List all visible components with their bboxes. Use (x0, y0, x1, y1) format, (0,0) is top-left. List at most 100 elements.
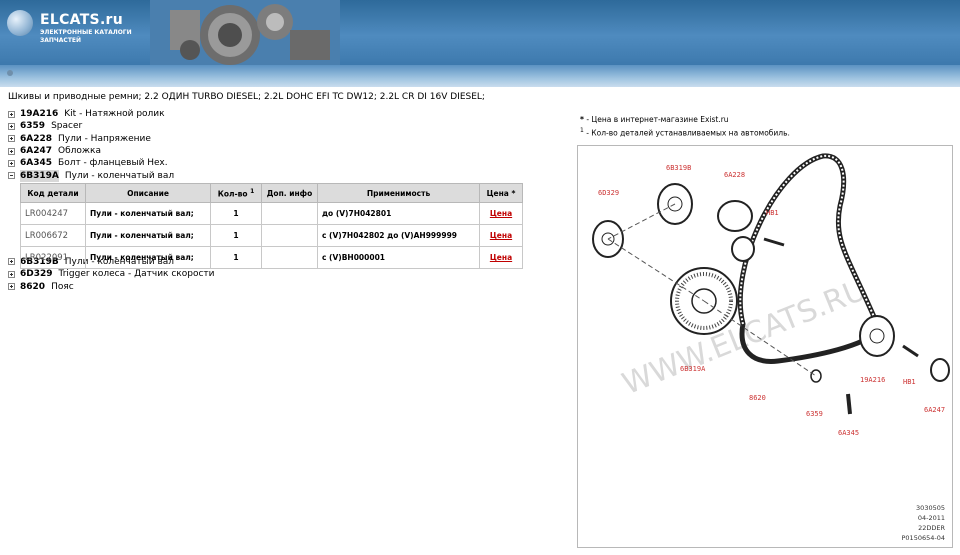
price-link[interactable]: Цена (490, 231, 512, 240)
part-description: Пули - коленчатый вал; (85, 202, 211, 225)
expand-icon[interactable] (8, 135, 15, 143)
header-banner: ELCATS.ru ЭЛЕКТРОННЫЕ КАТАЛОГИ ЗАПЧАСТЕЙ (0, 0, 960, 65)
diagram-stamp-line: 04-2011 (917, 514, 945, 522)
price-cell: Цена (479, 202, 523, 225)
price-footnote: * - Цена в интернет-магазине Exist.ru (580, 115, 729, 124)
idler-pulley-hub (869, 328, 885, 344)
tree-item-6b319a[interactable]: 6B319A Пули - коленчатый вал (8, 169, 215, 182)
tree-item-6a345[interactable]: 6A345 Болт - фланцевый Hex. (8, 157, 215, 169)
globe-logo-icon[interactable] (7, 10, 33, 36)
part-qty: 1 (210, 224, 262, 247)
col-extra-info: Доп. инфо (261, 183, 318, 203)
tensioner-pulley-shape (731, 236, 755, 262)
header-band (0, 65, 960, 87)
expand-icon[interactable] (8, 110, 15, 118)
callout-8620[interactable]: 8620 (749, 394, 766, 402)
part-applicability: с (V)7H042802 до (V)AH999999 (317, 224, 480, 247)
callout-6a228[interactable]: 6A228 (724, 171, 745, 179)
part-applicability: с (V)BH000001 (317, 246, 480, 269)
logo-subtitle-line2: ЗАПЧАСТЕЙ (40, 37, 82, 44)
diagram-stamp-line: 3030505 (916, 504, 945, 512)
tree-item-label[interactable]: Пули - коленчатый вал (65, 170, 174, 182)
callout-19a216[interactable]: 19A216 (860, 376, 885, 384)
tree-item-label[interactable]: Пули - Напряжение (58, 133, 151, 145)
callout-6b319b[interactable]: 6B319B (666, 164, 691, 172)
part-number[interactable]: LR004247 (20, 202, 86, 225)
table-row: LR004247 Пули - коленчатый вал; 1 до (V)… (20, 202, 523, 225)
col-applicability: Применимость (317, 183, 480, 203)
part-extra-info (261, 246, 318, 269)
bolt-hb1b-shape (902, 344, 919, 358)
tree-item-code: 6A345 (20, 158, 53, 169)
page-title: Шкивы и приводные ремни; 2.2 ОДИН TURBO … (8, 92, 485, 102)
part-applicability: до (V)7H042801 (317, 202, 480, 225)
col-qty-sup: 1 (250, 187, 255, 195)
tree-item-19a216[interactable]: 19A216 Kit - Натяжной ролик (8, 108, 215, 120)
tree-item-label[interactable]: Kit - Натяжной ролик (64, 108, 164, 120)
callout-6a247[interactable]: 6A247 (924, 406, 945, 414)
tensioner-shape[interactable] (717, 200, 753, 232)
tree-item-6359[interactable]: 6359 Spacer (8, 120, 215, 132)
tree-item-6a228[interactable]: 6A228 Пули - Напряжение (8, 133, 215, 145)
site-logo[interactable]: ELCATS.ru (40, 12, 123, 28)
price-link[interactable]: Цена (490, 209, 512, 218)
col-qty-label: Кол-во (217, 189, 248, 199)
part-extra-info (261, 224, 318, 247)
tree-item-label[interactable]: Spacer (51, 120, 82, 132)
parts-table: Код детали Описание Кол-во 1 Доп. инфо П… (20, 183, 523, 269)
callout-6359[interactable]: 6359 (806, 410, 823, 418)
bolt-6a345-shape[interactable] (846, 393, 852, 415)
assembly-axis-line (607, 238, 705, 302)
tree-item-label[interactable]: Болт - фланцевый Hex. (58, 157, 168, 169)
callout-6a345[interactable]: 6A345 (838, 429, 859, 437)
expand-icon[interactable] (8, 270, 15, 278)
site-logo-subtitle: ЭЛЕКТРОННЫЕ КАТАЛОГИ ЗАПЧАСТЕЙ (40, 29, 132, 45)
tree-item-code: 6B319A (20, 169, 59, 182)
diagram-stamp-line: P0150654-04 (901, 534, 946, 542)
tree-item-code: 6D329 (20, 269, 53, 280)
diagram-illustration: WWW.ELCATS.RU 6B319B 6A228 6D329 HB1 6B3… (592, 153, 950, 437)
col-qty: Кол-во 1 (210, 183, 262, 203)
callout-6b319a[interactable]: 6B319A (680, 365, 706, 373)
col-price: Цена * (479, 183, 523, 203)
part-qty: 1 (210, 202, 262, 225)
tree-item-6a247[interactable]: 6A247 Обложка (8, 145, 215, 157)
part-extra-info (261, 202, 318, 225)
expand-icon[interactable] (8, 159, 15, 167)
tree-item-label[interactable]: Обложка (58, 145, 101, 157)
price-cell: Цена (479, 224, 523, 247)
col-description: Описание (85, 183, 211, 203)
part-description: Пули - коленчатый вал; (85, 246, 211, 269)
diagram-stamp-line: 22DDER (918, 524, 945, 532)
price-link[interactable]: Цена (490, 253, 512, 262)
callout-hb1[interactable]: HB1 (766, 209, 779, 217)
tree-item-code: 6A247 (20, 146, 53, 157)
tree-item-label[interactable]: Trigger колеса - Датчик скорости (59, 268, 215, 280)
qty-footnote: 1 - Кол-во деталей устанавливаемых на ав… (580, 127, 790, 138)
part-description: Пули - коленчатый вал; (85, 224, 211, 247)
part-number[interactable]: LR022091 (20, 246, 86, 269)
tree-item-code: 6359 (20, 121, 46, 132)
callout-6d329[interactable]: 6D329 (598, 189, 619, 197)
tree-item-label[interactable]: Пояс (51, 281, 74, 293)
tree-item-code: 8620 (20, 281, 46, 292)
part-number[interactable]: LR006672 (20, 224, 86, 247)
expand-icon[interactable] (8, 147, 15, 155)
expand-icon[interactable] (8, 283, 15, 291)
table-header-row: Код детали Описание Кол-во 1 Доп. инфо П… (20, 183, 523, 203)
footnote-text: - Кол-во деталей устанавливаемых на авто… (583, 128, 790, 138)
price-cell: Цена (479, 246, 523, 269)
tree-item-code: 6A228 (20, 133, 53, 144)
bolt-hb1-shape (763, 237, 785, 247)
tree-item-8620[interactable]: 8620 Пояс (8, 280, 215, 292)
col-part-no: Код детали (20, 183, 86, 203)
footnote-text: - Цена в интернет-магазине Exist.ru (583, 115, 729, 124)
assembly-axis-line (607, 203, 676, 240)
header-dot-icon (7, 70, 13, 76)
callout-hb1-2[interactable]: HB1 (903, 378, 916, 386)
expand-icon[interactable] (8, 122, 15, 130)
cover-shape[interactable] (930, 358, 950, 382)
expand-icon[interactable] (8, 258, 15, 266)
tree-item-6d329[interactable]: 6D329 Trigger колеса - Датчик скорости (8, 268, 215, 280)
collapse-icon[interactable] (8, 172, 15, 180)
